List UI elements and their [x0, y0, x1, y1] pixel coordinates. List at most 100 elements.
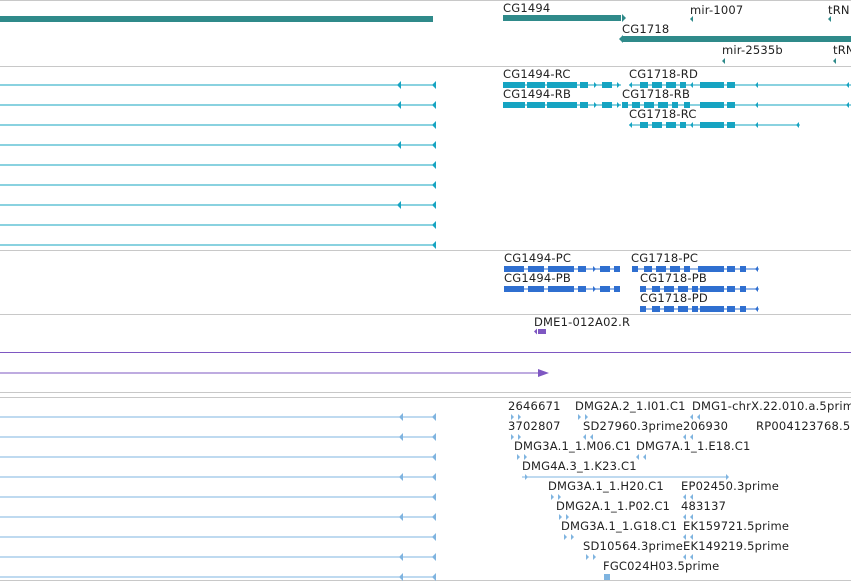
- clone-dme1-012a02-arrow: [534, 328, 537, 335]
- est-label-9[interactable]: DMG4A.3_1.K23.C1: [522, 460, 637, 473]
- transcript-row-4-arrow-0: [432, 161, 436, 169]
- est-row-5-arrow-0: [399, 513, 403, 521]
- est-row-1-arrow-0: [399, 433, 403, 441]
- transcript-row-2-arrow-0: [432, 121, 436, 129]
- transcript-cg1494-rb-exon-4: [594, 102, 597, 108]
- transcript-cg1718-rc-exon-2: [652, 122, 662, 128]
- transcript-cg1494-rb-exon-3: [580, 102, 588, 108]
- gene-cg1718-arrow: [619, 35, 623, 43]
- est-label-18[interactable]: FGC024H03.5prime: [603, 560, 719, 573]
- est-row-7-arrow-1: [432, 553, 436, 561]
- clone-label-dme1-012a02[interactable]: DME1-012A02.R: [534, 316, 630, 329]
- protein-label-cg1718-pc[interactable]: CG1718-PC: [631, 252, 698, 265]
- est-row-4-arrow-0: [432, 493, 436, 501]
- transcript-row-5-arrow-0: [432, 181, 436, 189]
- protein-cg1718-pc-exon-6: [727, 266, 735, 272]
- protein-cg1718-pb-exon-6: [727, 286, 735, 292]
- est-label-0[interactable]: 2646671: [508, 400, 561, 413]
- est-label-10[interactable]: DMG3A.1_1.H20.C1: [548, 480, 664, 493]
- gene-label-cg1494[interactable]: CG1494: [503, 2, 550, 15]
- gene-label-trna-2[interactable]: tRN: [833, 44, 851, 57]
- est-label-11[interactable]: EP02450.3prime: [681, 480, 779, 493]
- est-dmg4a-k23-mark-0: [525, 474, 528, 480]
- protein-cg1718-pc-exon-8: [755, 266, 758, 272]
- protein-cg1494-pb-exon-1: [528, 286, 544, 292]
- est-label-4[interactable]: SD27960.3prime: [583, 420, 683, 433]
- est-dmg7a-e18-mark-1: [643, 454, 646, 460]
- protein-cg1718-pd-exon-3: [678, 306, 688, 312]
- est-label-8[interactable]: DMG7A.1_1.E18.C1: [636, 440, 750, 453]
- protein-cg1718-pc-exon-0: [632, 266, 638, 272]
- est-label-2[interactable]: DMG1-chrX.22.010.a.5prime: [692, 400, 851, 413]
- clone-dme1-012a02-end-arrow: [538, 369, 549, 377]
- transcript-cg1718-rc-exon-6: [700, 122, 724, 128]
- est-fgc024h03-mark: [604, 574, 610, 580]
- transcript-cg1718-rc-exon-7: [727, 122, 735, 128]
- gene-label-mir-1007[interactable]: mir-1007: [690, 4, 743, 17]
- transcript-cg1494-rb-exon-2: [547, 102, 577, 108]
- transcript-row-1-arrow-1: [432, 101, 436, 109]
- protein-label-cg1494-pb[interactable]: CG1494-PB: [504, 272, 571, 285]
- est-row-2-arrow-0: [432, 453, 436, 461]
- est-row-8-arrow-1: [432, 573, 436, 581]
- gene-label-trna-1[interactable]: tRN: [828, 4, 850, 17]
- est-row-0-arrow-0: [399, 413, 403, 421]
- protein-label-cg1494-pc[interactable]: CG1494-PC: [504, 252, 571, 265]
- transcript-cg1718-rd-tail-arrow: [846, 82, 849, 88]
- transcript-row-0-arrow-0: [397, 81, 401, 89]
- transcript-label-cg1718-rb[interactable]: CG1718-RB: [622, 88, 690, 101]
- protein-label-cg1718-pd[interactable]: CG1718-PD: [640, 292, 708, 305]
- est-dmg3a-g18-mark-0: [564, 534, 567, 540]
- protein-cg1718-pd-exon-4: [692, 306, 698, 312]
- est-sd10564-mark-0: [586, 554, 589, 560]
- protein-cg1718-pc-exon-7: [740, 266, 746, 272]
- protein-cg1718-pd-exon-7: [740, 306, 746, 312]
- transcript-label-cg1718-rd[interactable]: CG1718-RD: [629, 68, 698, 81]
- gene-cg1494-bar: [503, 15, 621, 21]
- est-label-15[interactable]: EK159721.5prime: [683, 520, 789, 533]
- transcript-cg1718-rc-exon-4: [680, 122, 686, 128]
- est-row-5-arrow-1: [432, 513, 436, 521]
- transcript-cg1718-rc-exon-8: [755, 122, 758, 128]
- protein-cg1494-pb-exon-6: [614, 286, 620, 292]
- protein-label-cg1718-pb[interactable]: CG1718-PB: [640, 272, 707, 285]
- est-row-6-arrow-0: [432, 533, 436, 541]
- gene-trna-2-arrow: [833, 58, 836, 64]
- est-label-17[interactable]: EK149219.5prime: [683, 540, 789, 553]
- transcript-cg1718-rc-exon-3: [666, 122, 676, 128]
- track-canvas: [0, 0, 851, 581]
- protein-cg1718-pd-exon-5: [700, 306, 724, 312]
- transcript-row-7-arrow-0: [432, 221, 436, 229]
- gene-label-mir-2535b[interactable]: mir-2535b: [722, 44, 783, 57]
- est-row-8-arrow-0: [399, 573, 403, 581]
- est-label-14[interactable]: DMG3A.1_1.G18.C1: [561, 520, 677, 533]
- transcript-label-cg1718-rc[interactable]: CG1718-RC: [629, 108, 697, 121]
- est-label-5[interactable]: 206930: [683, 420, 728, 433]
- est-label-13[interactable]: 483137: [681, 500, 726, 513]
- est-label-12[interactable]: DMG2A.1_1.P02.C1: [556, 500, 670, 513]
- protein-cg1718-pd-exon-6: [727, 306, 735, 312]
- transcript-cg1494-rb-exon-1: [527, 102, 545, 108]
- gene-mir-2535b-arrow: [722, 58, 725, 64]
- est-row-7-arrow-0: [399, 553, 403, 561]
- clone-dme1-012a02-bar: [538, 329, 546, 334]
- est-label-7[interactable]: DMG3A.1_1.M06.C1: [514, 440, 631, 453]
- est-label-3[interactable]: 3702807: [508, 420, 561, 433]
- transcript-row-1-arrow-0: [397, 101, 401, 109]
- gene-label-cg1718[interactable]: CG1718: [622, 23, 669, 36]
- protein-cg1494-pb-exon-3: [578, 286, 586, 292]
- est-label-1[interactable]: DMG2A.2_1.I01.C1: [575, 400, 686, 413]
- transcript-row-3-arrow-0: [397, 141, 401, 149]
- est-label-6[interactable]: RP004123768.5: [756, 420, 850, 433]
- transcript-label-cg1494-rc[interactable]: CG1494-RC: [503, 68, 571, 81]
- transcript-cg1718-rc-exon-5: [690, 122, 693, 128]
- protein-cg1494-pc-exon-4: [593, 266, 596, 272]
- transcript-label-cg1494-rb[interactable]: CG1494-RB: [503, 88, 571, 101]
- protein-cg1494-pc-exon-6: [614, 266, 620, 272]
- est-dmg3a-g18-mark-1: [571, 534, 574, 540]
- transcript-cg1718-rc-exon-1: [640, 122, 648, 128]
- est-label-16[interactable]: SD10564.3prime: [583, 540, 683, 553]
- transcript-cg1718-rd-exon-6: [700, 82, 724, 88]
- transcript-cg1494-rc-exon-5: [602, 82, 612, 88]
- protein-cg1718-pd-exon-2: [664, 306, 674, 312]
